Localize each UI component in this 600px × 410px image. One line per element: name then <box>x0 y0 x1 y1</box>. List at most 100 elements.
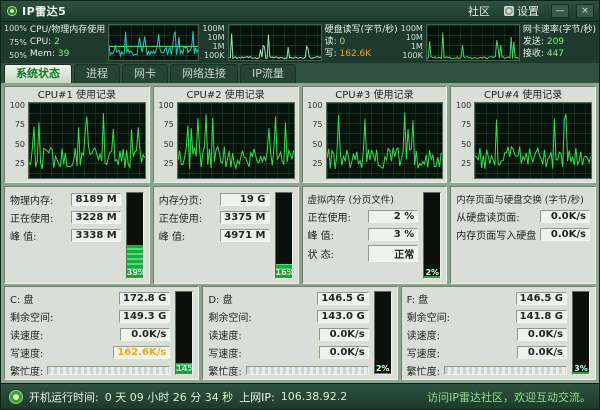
disk-read-readout: 读: 0 <box>325 37 398 48</box>
cpu4-chart-title: CPU#4 使用记录 <box>454 89 592 102</box>
clock-icon <box>9 390 23 404</box>
uptime-label: 开机运行时间: <box>29 389 99 405</box>
settings-button[interactable]: 设置 <box>504 3 539 19</box>
cpu2-chart-panel: CPU#2 使用记录 100755025 <box>153 86 299 183</box>
metric-value: 19 G <box>220 193 270 206</box>
metric-value: 正常 <box>368 245 418 262</box>
metric-value: 149.3 G <box>119 310 170 323</box>
cpu2-usage-chart <box>177 102 295 179</box>
metric-value: 2 % <box>368 210 418 223</box>
metric-row: 读速度:0.0K/s <box>10 327 170 342</box>
disk-f-panel: F: 盘146.5 G 剩余空间:141.8 G 读速度:0.0K/s 写速度:… <box>401 286 596 380</box>
close-button[interactable]: × <box>576 4 594 18</box>
metric-value: 3338 M <box>71 229 121 242</box>
disk-io-minichart <box>228 24 322 61</box>
window-title: IP雷达5 <box>22 3 66 19</box>
uptime-value: 0 天 09 小时 26 分 34 秒 <box>105 389 233 405</box>
metric-value: 0.0K/s <box>120 328 170 341</box>
community-promo-text[interactable]: 访问IP雷达社区，欢迎互动交流。 <box>427 389 591 405</box>
system-status-page: CPU#1 使用记录 100755025 CPU#2 使用记录 10075502… <box>1 83 599 383</box>
cpu3-y-axis: 100755025 <box>306 102 324 179</box>
metric-value: 0.0K/s <box>319 328 369 341</box>
page-swap-header: 内存页面与硬盘交换 (字节/秒) <box>456 192 590 206</box>
gear-icon <box>504 6 514 16</box>
tab-system-status[interactable]: 系统状态 <box>4 64 72 83</box>
tab-ip-traffic[interactable]: IP流量 <box>240 64 296 83</box>
metric-row: 峰 值:4971 M <box>159 228 270 243</box>
metric-row: 从硬盘读页面:0.0K/s <box>456 209 590 224</box>
tab-bar: 系统状态 进程 网卡 网络连接 IP流量 <box>1 63 599 83</box>
mem-usage-readout: Mem: 39 <box>30 49 105 60</box>
metric-value: 0.0K/s <box>319 346 369 359</box>
cpu4-chart-panel: CPU#4 使用记录 100755025 <box>450 86 596 183</box>
nic-rate-title: 网卡速率(字节/秒) <box>523 25 596 36</box>
disk-write-readout: 写: 162.6K <box>325 49 398 60</box>
cpu-usage-readout: CPU: 2 <box>30 37 105 48</box>
community-link[interactable]: 社区 <box>468 3 490 19</box>
disk-io-monitor: 100M 10M 1M 100K 硬盘读写(字节/秒) 读: 0 写: 162.… <box>202 24 397 61</box>
metric-row: 峰 值:3338 M <box>10 228 121 243</box>
metric-row: 写速度:162.6K/s <box>10 345 170 360</box>
disk-c-panel: C: 盘172.8 G 剩余空间:149.3 G 读速度:0.0K/s 写速度:… <box>4 286 199 380</box>
metric-row: 物理内存:8189 M <box>10 192 121 207</box>
tab-processes[interactable]: 进程 <box>74 64 120 83</box>
busy-meter <box>246 366 369 375</box>
virtual-memory-gauge: 2% <box>423 192 441 279</box>
cpu-mem-monitor: 100% 75% 50% CPU/物理内存使用 CPU: 2 Mem: 39 <box>4 24 199 61</box>
disk-name-row: F: 盘146.5 G <box>407 291 567 306</box>
metric-value: 143.0 G <box>317 310 368 323</box>
paged-memory-panel: 内存分页:19 G 正在使用:3375 M 峰 值:4971 M 16% <box>153 186 299 284</box>
metric-value: 0.0K/s <box>517 328 567 341</box>
nic-rate-scale: 100M 10M 1M 100K <box>401 24 423 61</box>
cpu4-usage-chart <box>474 102 592 179</box>
cpu1-y-axis: 100755025 <box>8 102 26 179</box>
physical-memory-gauge: 39% <box>126 192 144 279</box>
cpu-charts-row: CPU#1 使用记录 100755025 CPU#2 使用记录 10075502… <box>4 86 596 183</box>
busy-row: 繁忙度: <box>407 363 567 378</box>
metric-row: 剩余空间:141.8 G <box>407 309 567 324</box>
metric-value: 3 % <box>368 228 418 241</box>
paged-memory-gauge: 16% <box>275 192 293 279</box>
cpu3-chart-title: CPU#3 使用记录 <box>306 89 444 102</box>
metric-row: 剩余空间:149.3 G <box>10 309 170 324</box>
nic-rate-monitor: 100M 10M 1M 100K 网卡速率(字节/秒) 发送: 209 接收: … <box>401 24 596 61</box>
tab-connections[interactable]: 网络连接 <box>170 64 238 83</box>
disk-d-panel: D: 盘146.5 G 剩余空间:143.0 G 读速度:0.0K/s 写速度:… <box>202 286 397 380</box>
nic-recv-readout: 接收: 447 <box>523 49 596 60</box>
cpu-mem-title: CPU/物理内存使用 <box>30 25 105 36</box>
nic-rate-readout: 网卡速率(字节/秒) 发送: 209 接收: 447 <box>523 24 596 61</box>
metric-row: 状 态:正常 <box>308 245 419 262</box>
minimize-button[interactable]: — <box>551 4 569 18</box>
disk-f-gauge: 3% <box>572 291 590 375</box>
busy-row: 繁忙度: <box>208 363 368 378</box>
metric-value: 3375 M <box>220 211 270 224</box>
physical-memory-panel: 物理内存:8189 M 正在使用:3228 M 峰 值:3338 M 39% <box>4 186 150 284</box>
disk-row: C: 盘172.8 G 剩余空间:149.3 G 读速度:0.0K/s 写速度:… <box>4 286 596 380</box>
virtual-memory-header: 虚拟内存 (分页文件) <box>308 192 419 206</box>
cpu4-y-axis: 100755025 <box>454 102 472 179</box>
disk-name-row: C: 盘172.8 G <box>10 291 170 306</box>
disk-size-value: 172.8 G <box>119 292 170 305</box>
monitor-strip: 100% 75% 50% CPU/物理内存使用 CPU: 2 Mem: 39 1… <box>1 21 599 63</box>
tab-nic[interactable]: 网卡 <box>122 64 168 83</box>
disk-c-gauge: 14% <box>175 291 193 375</box>
cpu1-chart-title: CPU#1 使用记录 <box>8 89 146 102</box>
busy-meter <box>47 366 170 375</box>
metric-value: 3228 M <box>71 211 121 224</box>
virtual-memory-panel: 虚拟内存 (分页文件) 正在使用:2 % 峰 值:3 % 状 态:正常 2% <box>302 186 448 284</box>
metric-row: 内存页面写入硬盘:0.0K/s <box>456 227 590 242</box>
cpu3-usage-chart <box>326 102 444 179</box>
metric-row: 正在使用:3228 M <box>10 210 121 225</box>
metric-row: 剩余空间:143.0 G <box>208 309 368 324</box>
busy-row: 繁忙度: <box>10 363 170 378</box>
metric-value: 0.0K/s <box>540 210 590 223</box>
page-swap-panel: 内存页面与硬盘交换 (字节/秒) 从硬盘读页面:0.0K/s 内存页面写入硬盘:… <box>450 186 596 284</box>
title-bar: IP雷达5 社区 设置 — × <box>1 1 599 21</box>
metric-value: 141.8 G <box>516 310 567 323</box>
metric-value: 4971 M <box>220 229 270 242</box>
app-window: IP雷达5 社区 设置 — × 100% 75% 50% CPU/物理内存使用 … <box>0 0 600 410</box>
cpu-mem-scale: 100% 75% 50% <box>4 24 27 61</box>
cpu3-chart-panel: CPU#3 使用记录 100755025 <box>302 86 448 183</box>
wan-ip-value: 106.38.92.2 <box>281 390 347 403</box>
app-icon <box>6 5 18 17</box>
